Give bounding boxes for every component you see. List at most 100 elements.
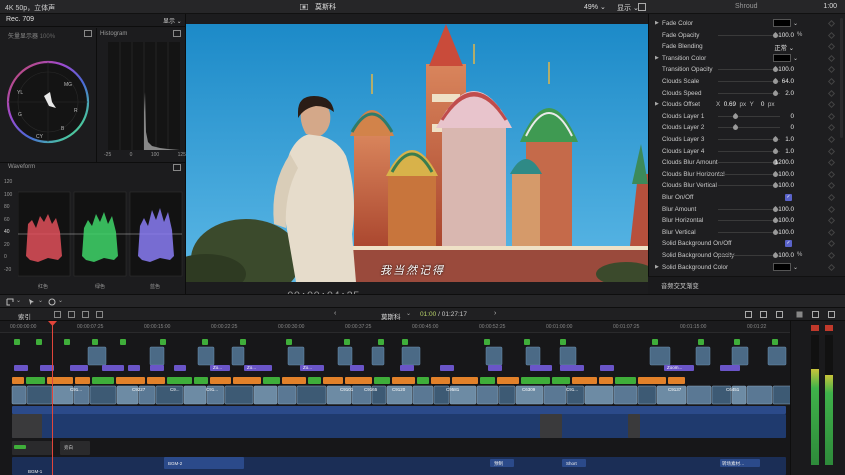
primary-clip[interactable] bbox=[89, 385, 117, 405]
primary-clip[interactable] bbox=[772, 385, 790, 405]
title-clip[interactable] bbox=[174, 365, 186, 371]
param-value[interactable]: 2.0 bbox=[785, 90, 794, 97]
title-clip[interactable] bbox=[488, 365, 502, 371]
keyframe-icon[interactable] bbox=[827, 228, 836, 236]
keyframe-icon[interactable] bbox=[827, 112, 836, 120]
color-swatch[interactable] bbox=[773, 53, 791, 62]
param-slider[interactable] bbox=[718, 185, 780, 187]
timeline-project-name[interactable]: 莫斯科 bbox=[381, 311, 401, 321]
keyframe-icon[interactable] bbox=[827, 43, 836, 51]
gap-clip[interactable] bbox=[540, 414, 562, 438]
param-slider[interactable] bbox=[718, 69, 780, 71]
param-value[interactable]: 1.0 bbox=[785, 136, 794, 143]
effect-clip[interactable] bbox=[92, 377, 114, 384]
effect-clip[interactable] bbox=[47, 377, 73, 384]
title-clip[interactable] bbox=[400, 365, 414, 371]
connected-clip[interactable] bbox=[337, 346, 353, 366]
effect-clip[interactable] bbox=[26, 377, 45, 384]
title-clip[interactable] bbox=[440, 365, 454, 371]
param-slider[interactable] bbox=[718, 81, 780, 82]
keyframe-icon[interactable] bbox=[827, 182, 836, 190]
inspector-row[interactable]: ▶ Clouds Offset X 0.69 px Y 0 px bbox=[649, 99, 845, 110]
title-marker[interactable] bbox=[240, 339, 246, 345]
keyframe-icon[interactable] bbox=[827, 19, 836, 28]
vectorscope-settings-icon[interactable] bbox=[84, 30, 92, 37]
effect-clip[interactable] bbox=[116, 377, 145, 384]
tool-dropdown-icon[interactable]: ⌄ bbox=[38, 297, 43, 304]
param-slider[interactable] bbox=[718, 255, 780, 256]
connected-clip[interactable] bbox=[559, 346, 577, 366]
title-marker[interactable] bbox=[378, 339, 384, 345]
param-slider[interactable] bbox=[718, 150, 780, 152]
inspector-row[interactable]: ▶ Solid Background Color ⌄ bbox=[649, 262, 845, 273]
primary-clip[interactable] bbox=[26, 385, 53, 405]
bgm-lane[interactable] bbox=[12, 457, 786, 475]
inspector-row[interactable]: Blur Amount 100.0 bbox=[649, 204, 845, 215]
param-value[interactable]: 100.0 bbox=[778, 252, 794, 259]
title-marker[interactable] bbox=[286, 339, 292, 345]
slider-knob[interactable] bbox=[731, 124, 739, 132]
title-marker[interactable] bbox=[344, 339, 350, 345]
param-slider[interactable] bbox=[718, 220, 780, 222]
viewer-options-icon[interactable] bbox=[638, 3, 646, 11]
timeline-tracks[interactable]: Zo... Zo... Zo... Zoom... C91... C9227 C9... C9… bbox=[0, 333, 790, 475]
solo-icon[interactable] bbox=[776, 311, 783, 318]
param-value[interactable]: 1200.0 bbox=[775, 159, 794, 166]
slider-knob[interactable] bbox=[772, 135, 780, 144]
primary-clip[interactable] bbox=[746, 385, 773, 405]
inspector-row[interactable]: ▶ Fade Color ⌄ bbox=[649, 18, 845, 29]
title-clip[interactable] bbox=[720, 365, 740, 371]
title-clip[interactable] bbox=[530, 365, 552, 371]
effect-clip[interactable] bbox=[194, 377, 208, 384]
audio-skimming-icon[interactable] bbox=[745, 311, 752, 318]
title-clip[interactable] bbox=[350, 365, 364, 371]
connected-clip[interactable] bbox=[525, 346, 541, 366]
checkbox[interactable]: ✓ bbox=[785, 194, 792, 201]
connected-clip[interactable] bbox=[695, 346, 711, 366]
effect-clip[interactable] bbox=[572, 377, 597, 384]
effect-clip[interactable] bbox=[480, 377, 495, 384]
title-clip[interactable] bbox=[14, 365, 28, 371]
effect-clip[interactable] bbox=[210, 377, 231, 384]
inspector-row[interactable]: Clouds Scale 64.0 bbox=[649, 76, 845, 87]
effect-clip[interactable] bbox=[615, 377, 636, 384]
effect-clip[interactable] bbox=[452, 377, 478, 384]
param-slider[interactable] bbox=[718, 162, 780, 164]
select-tool-icon[interactable] bbox=[28, 298, 36, 306]
param-value[interactable]: 100.0 bbox=[778, 229, 794, 236]
connected-clip[interactable] bbox=[231, 346, 245, 366]
slider-knob[interactable] bbox=[772, 147, 780, 155]
title-marker[interactable] bbox=[92, 339, 98, 345]
chevron-down-icon[interactable]: ⌄ bbox=[793, 55, 798, 62]
param-value[interactable]: 0 bbox=[790, 124, 794, 131]
primary-clip[interactable] bbox=[543, 385, 567, 405]
offset-x[interactable]: 0.69 bbox=[724, 101, 736, 108]
inspector-row[interactable]: ▶ Transition Color ⌄ bbox=[649, 53, 845, 64]
primary-clip[interactable] bbox=[296, 385, 327, 405]
audio-label-marker[interactable] bbox=[14, 445, 26, 449]
title-marker[interactable] bbox=[14, 339, 20, 345]
keyframe-icon[interactable] bbox=[827, 101, 836, 109]
title-marker[interactable] bbox=[560, 339, 566, 345]
slider-knob[interactable] bbox=[731, 112, 739, 120]
title-marker[interactable] bbox=[202, 339, 208, 345]
offset-xy[interactable]: X 0.69 px Y 0 px bbox=[716, 101, 775, 108]
timeline-playhead[interactable] bbox=[52, 321, 53, 475]
primary-clip[interactable] bbox=[613, 385, 638, 405]
param-slider[interactable] bbox=[718, 34, 780, 36]
color-swatch[interactable] bbox=[773, 19, 791, 27]
primary-clip[interactable] bbox=[686, 385, 712, 405]
slider-knob[interactable] bbox=[772, 89, 780, 97]
connected-clip[interactable] bbox=[401, 346, 421, 366]
timeline-ruler[interactable]: 00:00:00:00 00:00:07:25 00:00:15:00 00:00:2… bbox=[0, 321, 790, 333]
effect-clip[interactable] bbox=[521, 377, 550, 384]
color-swatch[interactable] bbox=[773, 262, 791, 271]
append-clip-icon[interactable] bbox=[6, 298, 14, 306]
transitions-browser-icon[interactable] bbox=[828, 311, 835, 318]
viewer-display-menu[interactable]: 显示 ⌄ bbox=[617, 3, 639, 13]
zoom-select[interactable]: 49% ⌄ bbox=[584, 3, 606, 11]
title-marker[interactable] bbox=[484, 339, 490, 345]
disclosure-triangle-icon[interactable]: ▶ bbox=[655, 20, 659, 26]
inspector-row[interactable]: Solid Background Opacity 100.0% bbox=[649, 250, 845, 261]
disclosure-triangle-icon[interactable]: ▶ bbox=[655, 55, 659, 61]
